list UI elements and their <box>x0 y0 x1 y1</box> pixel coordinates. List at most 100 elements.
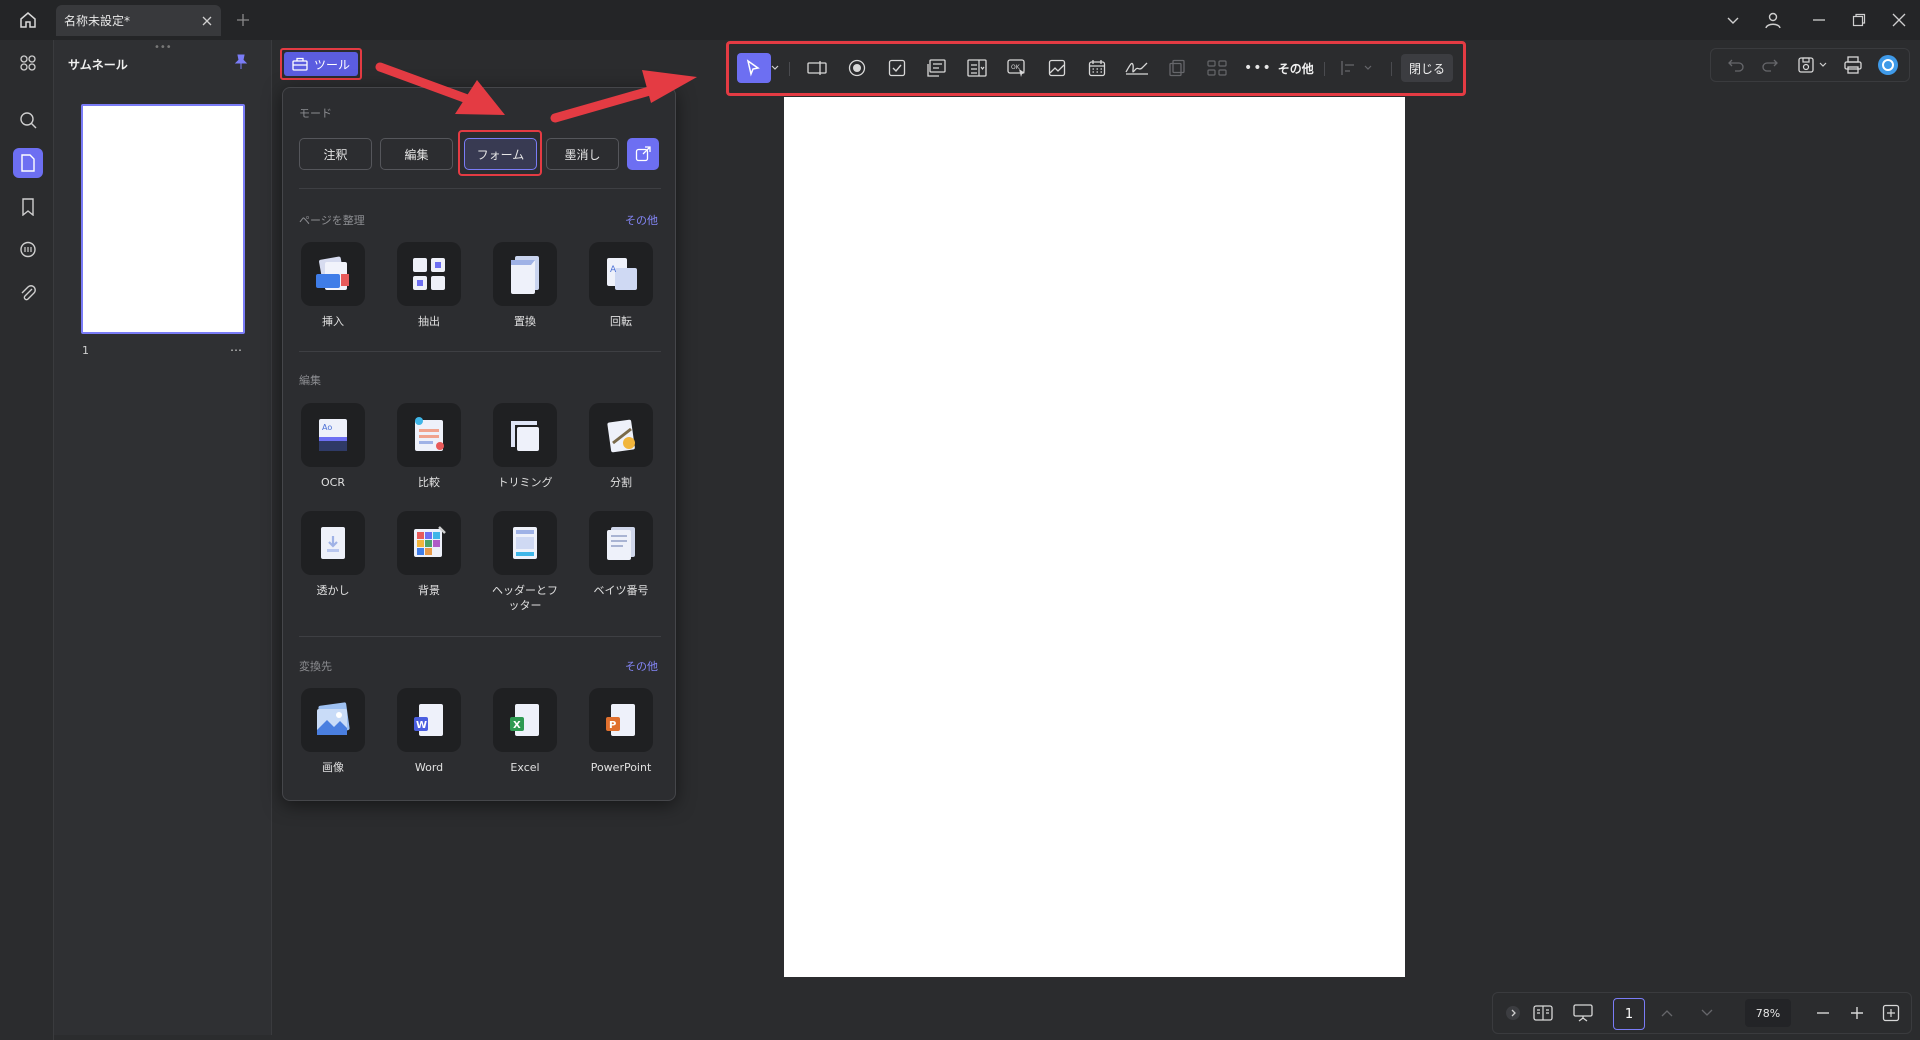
tool-button-label: ツール <box>313 57 350 72</box>
next-page-icon[interactable] <box>1693 999 1721 1027</box>
select-pointer-icon <box>746 59 760 77</box>
account-icon[interactable] <box>1758 5 1788 35</box>
copy-field-icon[interactable] <box>1162 53 1192 83</box>
tool-background-label: 背景 <box>418 584 440 597</box>
tool-rotate[interactable]: A 回転 <box>578 242 664 329</box>
image-icon <box>301 688 365 752</box>
zoom-in-icon[interactable] <box>1843 999 1871 1027</box>
convert-to-image[interactable]: 画像 <box>290 688 376 775</box>
tool-crop[interactable]: トリミング <box>482 403 568 490</box>
reading-mode-icon[interactable] <box>1529 999 1557 1027</box>
apps-grid-icon[interactable] <box>13 48 43 78</box>
tool-insert[interactable]: 挿入 <box>290 242 376 329</box>
tool-extract[interactable]: 抽出 <box>386 242 472 329</box>
tool-background[interactable]: 背景 <box>386 511 472 598</box>
drag-handle[interactable]: ••• <box>154 42 172 53</box>
undo-icon[interactable] <box>1727 57 1745 73</box>
print-icon[interactable] <box>1843 55 1863 75</box>
page-number-input[interactable]: 1 <box>1613 998 1645 1030</box>
insert-icon <box>301 242 365 306</box>
search-icon[interactable] <box>13 105 43 135</box>
convert-to-excel[interactable]: X Excel <box>482 688 568 775</box>
convert-section-label: 変換先 <box>299 660 332 673</box>
text-field-icon[interactable] <box>802 53 832 83</box>
convert-to-image-label: 画像 <box>322 761 344 774</box>
more-tools-label: その他 <box>1277 61 1314 76</box>
prev-page-icon[interactable] <box>1653 999 1681 1027</box>
zoom-out-icon[interactable] <box>1809 999 1837 1027</box>
separator <box>1391 62 1392 76</box>
align-icon[interactable] <box>1334 53 1364 83</box>
tool-rotate-label: 回転 <box>610 315 632 328</box>
header-footer-icon <box>493 511 557 575</box>
document-tab[interactable]: 名称未設定* <box>56 5 221 36</box>
fit-page-icon[interactable] <box>1877 999 1905 1027</box>
thumbnail-more-button[interactable]: … <box>230 340 242 354</box>
page-thumbnail[interactable] <box>81 104 245 334</box>
ocr-icon: Ao <box>301 403 365 467</box>
separator <box>789 62 790 76</box>
organize-section-label: ページを整理 <box>299 214 365 227</box>
radio-button-icon[interactable] <box>842 53 872 83</box>
tool-replace[interactable]: 置換 <box>482 242 568 329</box>
tool-bates-number[interactable]: ベイツ番号 <box>578 511 664 598</box>
convert-to-powerpoint[interactable]: P PowerPoint <box>578 688 664 775</box>
bookmark-icon[interactable] <box>13 192 43 222</box>
save-dropdown-icon[interactable] <box>1819 62 1827 68</box>
grid-icon[interactable] <box>1202 53 1232 83</box>
thumbnails-icon[interactable] <box>13 148 43 178</box>
home-icon[interactable] <box>13 5 43 35</box>
separator <box>1324 62 1325 76</box>
tool-button[interactable]: ツール <box>284 52 358 76</box>
minimize-icon[interactable] <box>1804 5 1834 35</box>
mode-edit-button[interactable]: 編集 <box>380 138 453 170</box>
tool-watermark[interactable]: 透かし <box>290 511 376 598</box>
checkbox-icon[interactable] <box>882 53 912 83</box>
close-window-icon[interactable] <box>1884 5 1914 35</box>
zoom-level[interactable]: 78% <box>1745 999 1791 1027</box>
redo-icon[interactable] <box>1761 57 1779 73</box>
tool-header-footer[interactable]: ヘッダーとフ ッター <box>482 511 568 613</box>
divider <box>299 188 661 189</box>
divider <box>299 351 661 352</box>
dropdown-icon[interactable] <box>962 53 992 83</box>
button-icon[interactable]: OK <box>1002 53 1032 83</box>
tool-replace-label: 置換 <box>514 315 536 328</box>
word-icon: W <box>397 688 461 752</box>
attachment-icon[interactable] <box>13 278 43 308</box>
presentation-icon[interactable] <box>1569 999 1597 1027</box>
save-icon[interactable] <box>1797 56 1815 74</box>
chevron-down-icon[interactable] <box>1718 5 1748 35</box>
collapse-icon[interactable] <box>1499 999 1527 1027</box>
mode-redact-button[interactable]: 墨消し <box>546 138 619 170</box>
signature-icon[interactable] <box>1122 53 1152 83</box>
mode-annotate-button[interactable]: 注釈 <box>299 138 372 170</box>
tool-compare[interactable]: 比較 <box>386 403 472 490</box>
comment-icon[interactable] <box>13 235 43 265</box>
bottom-bar: 1 78% <box>1492 992 1912 1034</box>
rotate-icon: A <box>589 242 653 306</box>
tool-split[interactable]: 分割 <box>578 403 664 490</box>
tool-ocr[interactable]: Ao OCR <box>290 403 376 490</box>
close-tab-icon[interactable] <box>201 15 213 27</box>
convert-more-link[interactable]: その他 <box>625 658 658 674</box>
new-tab-icon[interactable] <box>228 5 258 35</box>
open-external-button[interactable] <box>627 138 659 170</box>
excel-icon: X <box>493 688 557 752</box>
convert-to-word[interactable]: W Word <box>386 688 472 775</box>
ai-assistant-icon[interactable] <box>1877 54 1899 76</box>
compare-icon <box>397 403 461 467</box>
close-form-mode-button[interactable]: 閉じる <box>1401 54 1453 82</box>
restore-icon[interactable] <box>1844 5 1874 35</box>
organize-more-link[interactable]: その他 <box>625 212 658 228</box>
align-dropdown-icon[interactable] <box>1361 53 1375 83</box>
image-field-icon[interactable] <box>1042 53 1072 83</box>
document-page[interactable] <box>784 97 1405 977</box>
select-dropdown-icon[interactable] <box>767 53 783 83</box>
date-field-icon[interactable] <box>1082 53 1112 83</box>
select-pointer-button[interactable] <box>737 53 771 83</box>
pin-icon[interactable] <box>234 54 248 70</box>
left-rail <box>0 40 54 1040</box>
more-tools-button[interactable]: ••• その他 <box>1244 53 1318 83</box>
list-box-icon[interactable] <box>922 53 952 83</box>
